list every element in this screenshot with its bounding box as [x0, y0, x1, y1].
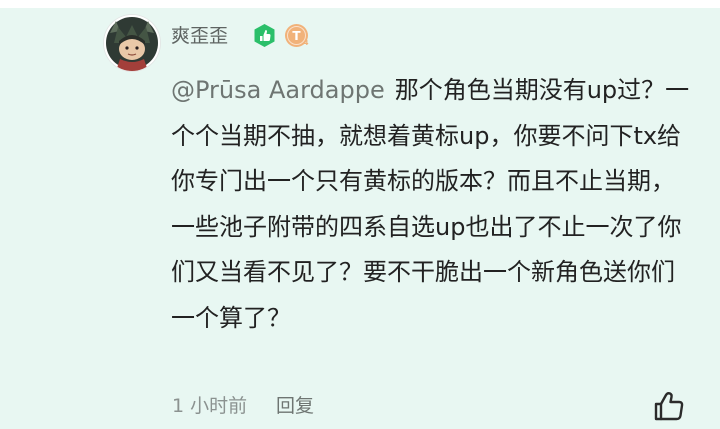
comment-body: @Prūsa Aardappe 那个角色当期没有up过？一个个当期不抽，就想着黄标…: [171, 68, 691, 341]
comment-timestamp: 1 小时前: [172, 395, 248, 417]
comment-text: 那个角色当期没有up过？一个个当期不抽，就想着黄标up，你要不问下tx给你专门出…: [171, 76, 690, 332]
avatar-image-icon: [104, 15, 160, 71]
up-badge-icon: [252, 23, 277, 48]
username[interactable]: 爽歪歪: [171, 21, 228, 51]
user-avatar[interactable]: [104, 15, 160, 71]
mention-link[interactable]: @Prūsa Aardappe: [171, 76, 385, 104]
reply-button[interactable]: 回复: [276, 394, 314, 418]
t-badge-letter: T: [292, 29, 301, 43]
thumbs-up-icon[interactable]: [652, 389, 686, 423]
t-badge-icon: T 4: [284, 23, 311, 48]
t-badge-level: 4: [304, 39, 309, 47]
top-separator: [0, 0, 720, 8]
